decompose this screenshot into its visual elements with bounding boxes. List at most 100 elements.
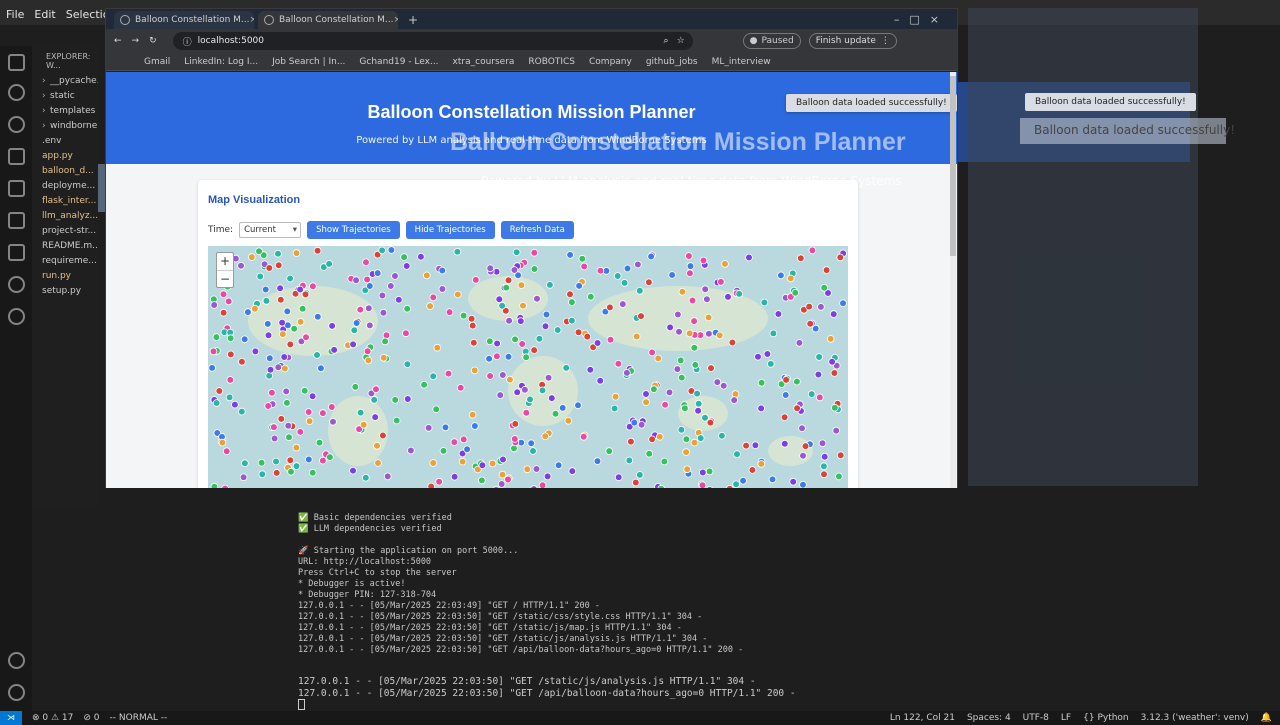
balloon-marker[interactable]	[701, 285, 710, 293]
balloon-marker[interactable]	[432, 405, 441, 414]
balloon-marker[interactable]	[760, 298, 769, 307]
balloon-marker[interactable]	[296, 428, 305, 436]
balloon-marker[interactable]	[564, 417, 573, 425]
balloon-marker[interactable]	[276, 284, 284, 292]
balloon-marker[interactable]	[637, 312, 645, 320]
map-canvas[interactable]	[208, 246, 848, 488]
balloon-marker[interactable]	[287, 467, 295, 476]
balloon-marker[interactable]	[574, 401, 582, 410]
balloon-marker[interactable]	[208, 364, 216, 372]
balloon-marker[interactable]	[530, 265, 539, 273]
balloon-marker[interactable]	[226, 376, 235, 384]
balloon-marker[interactable]	[575, 282, 583, 290]
balloon-marker[interactable]	[251, 347, 260, 356]
balloon-marker[interactable]	[241, 459, 249, 468]
balloon-marker[interactable]	[562, 364, 571, 372]
balloon-marker[interactable]	[668, 271, 676, 279]
balloon-marker[interactable]	[786, 274, 795, 283]
balloon-marker[interactable]	[782, 376, 790, 384]
balloon-marker[interactable]	[613, 272, 622, 280]
balloon-marker[interactable]	[648, 435, 656, 444]
bookmark-item[interactable]: github_jobs	[646, 57, 698, 67]
balloon-marker[interactable]	[694, 399, 703, 408]
balloon-marker[interactable]	[351, 383, 360, 391]
balloon-marker[interactable]	[614, 360, 623, 368]
account-icon[interactable]	[8, 652, 25, 669]
balloon-marker[interactable]	[285, 433, 293, 442]
balloon-marker[interactable]	[429, 459, 438, 467]
balloon-marker[interactable]	[395, 295, 403, 304]
balloon-marker[interactable]	[660, 457, 669, 466]
balloon-marker[interactable]	[329, 418, 337, 426]
balloon-marker[interactable]	[493, 339, 501, 348]
balloon-marker[interactable]	[830, 403, 839, 412]
balloon-marker[interactable]	[281, 364, 289, 373]
balloon-marker[interactable]	[292, 462, 301, 470]
balloon-marker[interactable]	[325, 260, 333, 268]
balloon-marker[interactable]	[511, 335, 519, 344]
balloon-marker[interactable]	[820, 462, 828, 471]
balloon-marker[interactable]	[265, 354, 274, 363]
balloon-marker[interactable]	[748, 466, 757, 474]
balloon-marker[interactable]	[836, 253, 845, 262]
balloon-marker[interactable]	[279, 330, 287, 338]
page-scrollbar[interactable]	[950, 72, 956, 488]
balloon-marker[interactable]	[677, 373, 686, 382]
balloon-marker[interactable]	[814, 370, 823, 379]
balloon-marker[interactable]	[706, 418, 715, 427]
browser-tab-active[interactable]: Balloon Constellation M... ×	[258, 11, 398, 29]
balloon-marker[interactable]	[283, 307, 292, 316]
balloon-marker[interactable]	[554, 461, 563, 470]
balloon-marker[interactable]	[596, 266, 605, 275]
balloon-marker[interactable]	[435, 477, 443, 486]
balloon-marker[interactable]	[681, 404, 689, 413]
explorer-item[interactable]: deployme...	[32, 179, 98, 194]
balloon-marker[interactable]	[650, 385, 658, 394]
balloon-marker[interactable]	[379, 354, 388, 362]
balloon-marker[interactable]	[830, 369, 839, 377]
balloon-marker[interactable]	[319, 409, 327, 417]
balloon-marker[interactable]	[264, 331, 273, 340]
balloon-marker[interactable]	[224, 297, 233, 306]
balloon-marker[interactable]	[593, 339, 602, 347]
balloon-marker[interactable]	[313, 246, 322, 255]
balloon-marker[interactable]	[674, 310, 682, 319]
balloon-marker[interactable]	[533, 294, 541, 303]
balloon-marker[interactable]	[606, 335, 615, 344]
site-info-icon[interactable]: ⓘ	[183, 35, 192, 48]
balloon-marker[interactable]	[402, 262, 411, 270]
balloon-marker[interactable]	[417, 252, 425, 261]
balloon-marker[interactable]	[218, 438, 227, 447]
balloon-marker[interactable]	[392, 416, 401, 425]
bookmark-item[interactable]: Gchand19 - Lex...	[359, 57, 438, 67]
balloon-marker[interactable]	[701, 413, 709, 422]
balloon-marker[interactable]	[535, 335, 544, 343]
balloon-marker[interactable]	[305, 417, 314, 425]
balloon-marker[interactable]	[356, 408, 365, 417]
balloon-marker[interactable]	[277, 415, 286, 423]
balloon-marker[interactable]	[532, 465, 541, 473]
balloon-marker[interactable]	[278, 318, 286, 327]
balloon-marker[interactable]	[682, 448, 690, 456]
balloon-marker[interactable]	[383, 472, 392, 481]
balloon-marker[interactable]	[296, 285, 304, 294]
balloon-marker[interactable]	[362, 258, 370, 267]
balloon-marker[interactable]	[735, 290, 743, 298]
balloon-marker[interactable]	[721, 260, 729, 268]
balloon-marker[interactable]	[362, 473, 370, 482]
forward-icon[interactable]: →	[132, 36, 140, 46]
zoom-in-button[interactable]: +	[217, 253, 233, 270]
balloon-marker[interactable]	[611, 392, 620, 401]
new-tab-button[interactable]: +	[408, 13, 418, 27]
search-icon[interactable]	[8, 84, 25, 101]
copilot-icon[interactable]	[8, 308, 25, 325]
balloon-marker[interactable]	[456, 384, 465, 392]
balloon-marker[interactable]	[478, 461, 487, 470]
balloon-marker[interactable]	[505, 316, 513, 325]
remote-explorer-icon[interactable]	[8, 212, 25, 229]
balloon-marker[interactable]	[527, 439, 536, 448]
balloon-marker[interactable]	[519, 301, 527, 310]
balloon-marker[interactable]	[826, 335, 835, 343]
balloon-marker[interactable]	[471, 276, 480, 284]
back-icon[interactable]: ←	[114, 36, 122, 46]
